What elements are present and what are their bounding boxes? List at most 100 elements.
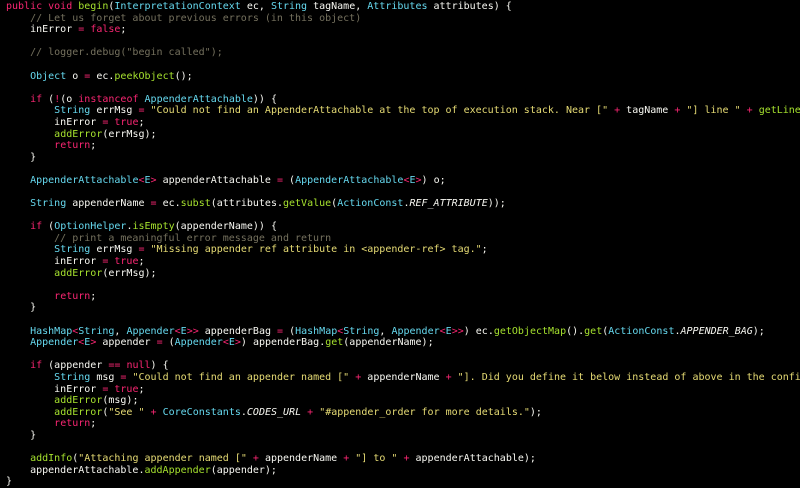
code-token: ;: [138, 383, 145, 395]
code-token: addError: [54, 406, 103, 418]
code-token: String: [54, 372, 91, 383]
code-token: get: [325, 337, 344, 349]
code-token: if: [30, 221, 43, 233]
code-token: (: [283, 174, 296, 186]
code-line[interactable]: }: [0, 152, 800, 164]
code-line[interactable]: Appender<E> appender = (Appender<E>) app…: [0, 337, 800, 349]
code-line[interactable]: }: [0, 430, 800, 442]
code-line[interactable]: String errMsg = "Could not find an Appen…: [0, 105, 800, 117]
code-token: >>: [451, 325, 464, 337]
code-token: getObjectMap: [493, 325, 567, 337]
code-line[interactable]: String errMsg = "Missing appender ref at…: [0, 244, 800, 256]
code-line[interactable]: HashMap<String, Appender<E>> appenderBag…: [0, 326, 800, 338]
code-token: String: [78, 325, 115, 337]
code-token: CODES_URL: [246, 406, 302, 418]
code-token: OptionHelper: [54, 221, 127, 233]
code-line[interactable]: addInfo("Attaching appender named [" + a…: [0, 453, 800, 465]
code-token: String: [343, 325, 380, 337]
code-token: peekObject: [114, 70, 175, 82]
code-line[interactable]: [0, 314, 800, 326]
code-token: HashMap: [295, 325, 338, 337]
code-token: addError: [54, 128, 103, 140]
code-line[interactable]: }: [0, 476, 800, 488]
code-line[interactable]: return;: [0, 291, 800, 303]
code-line[interactable]: String msg = "Could not find an appender…: [0, 372, 800, 384]
code-token: inError: [6, 116, 103, 128]
code-token: // logger.debug("begin called");: [6, 47, 223, 59]
code-token: instanceof: [78, 93, 139, 105]
code-token: (o: [60, 93, 79, 105]
code-line[interactable]: String appenderName = ec.subst(attribute…: [0, 198, 800, 210]
code-editor[interactable]: public void begin(InterpretationContext …: [0, 0, 800, 487]
code-token: attributes) {: [427, 1, 512, 12]
code-line[interactable]: [0, 442, 800, 454]
code-token: ,: [114, 325, 127, 337]
code-line[interactable]: addError(errMsg);: [0, 268, 800, 280]
code-token: );: [529, 406, 542, 418]
code-token: (attributes.: [210, 198, 283, 210]
code-token: ec.: [156, 198, 181, 210]
code-token: );: [752, 325, 765, 337]
code-token: "Missing appender ref attribute in <appe…: [150, 244, 482, 256]
code-token: "Attaching appender named [": [78, 453, 247, 465]
code-token: }: [6, 476, 13, 488]
code-line[interactable]: inError = true;: [0, 384, 800, 396]
code-line[interactable]: [0, 163, 800, 175]
code-token: if: [30, 93, 43, 105]
code-token: addAppender: [144, 464, 211, 476]
code-line[interactable]: // logger.debug("begin called");: [0, 47, 800, 59]
code-token: ==: [108, 360, 121, 372]
code-token: AppenderAttachable: [144, 93, 253, 105]
code-token: HashMap: [30, 325, 73, 337]
code-line[interactable]: [0, 82, 800, 94]
code-line[interactable]: // Let us forget about previous errors (…: [0, 13, 800, 25]
code-line[interactable]: return;: [0, 140, 800, 152]
code-line[interactable]: if (appender == null) {: [0, 360, 800, 372]
code-token: ec.: [90, 70, 115, 82]
code-token: }: [6, 302, 37, 314]
code-line[interactable]: [0, 349, 800, 361]
code-line[interactable]: [0, 187, 800, 199]
code-line[interactable]: inError = false;: [0, 24, 800, 36]
code-line[interactable]: public void begin(InterpretationContext …: [0, 1, 800, 13]
code-token: String: [54, 244, 91, 256]
code-line[interactable]: [0, 36, 800, 48]
code-token: InterpretationContext: [114, 1, 241, 12]
code-token: ActionConst: [337, 198, 404, 210]
code-line[interactable]: [0, 279, 800, 291]
code-line[interactable]: // print a meaningful error message and …: [0, 233, 800, 245]
code-token: isEmpty: [132, 221, 175, 233]
code-token: getValue: [283, 198, 332, 210]
code-token: false: [90, 24, 121, 36]
code-line[interactable]: if (!(o instanceof AppenderAttachable)) …: [0, 94, 800, 106]
code-line[interactable]: addError(errMsg);: [0, 129, 800, 141]
code-token: appenderAttachable.: [6, 464, 145, 476]
code-line[interactable]: Object o = ec.peekObject();: [0, 71, 800, 83]
code-token: (appenderName);: [343, 337, 434, 349]
code-line[interactable]: [0, 59, 800, 71]
code-line[interactable]: }: [0, 302, 800, 314]
code-token: }: [6, 429, 37, 441]
code-token: ;: [90, 418, 97, 430]
code-token: (errMsg);: [102, 267, 157, 279]
code-line[interactable]: inError = true;: [0, 256, 800, 268]
code-line[interactable]: if (OptionHelper.isEmpty(appenderName)) …: [0, 221, 800, 233]
code-token: o: [66, 70, 85, 82]
code-line[interactable]: addError(msg);: [0, 395, 800, 407]
code-line[interactable]: return;: [0, 418, 800, 430]
code-line[interactable]: inError = true;: [0, 117, 800, 129]
code-line[interactable]: addError("See " + CoreConstants.CODES_UR…: [0, 407, 800, 419]
code-line[interactable]: [0, 210, 800, 222]
code-token: REF_ATTRIBUTE: [409, 198, 488, 210]
code-token: addInfo: [30, 453, 73, 465]
code-token: appender: [96, 337, 157, 349]
code-token: AppenderAttachable: [30, 174, 139, 186]
code-token: tagName,: [307, 1, 368, 12]
code-line[interactable]: AppenderAttachable<E> appenderAttachable…: [0, 175, 800, 187]
